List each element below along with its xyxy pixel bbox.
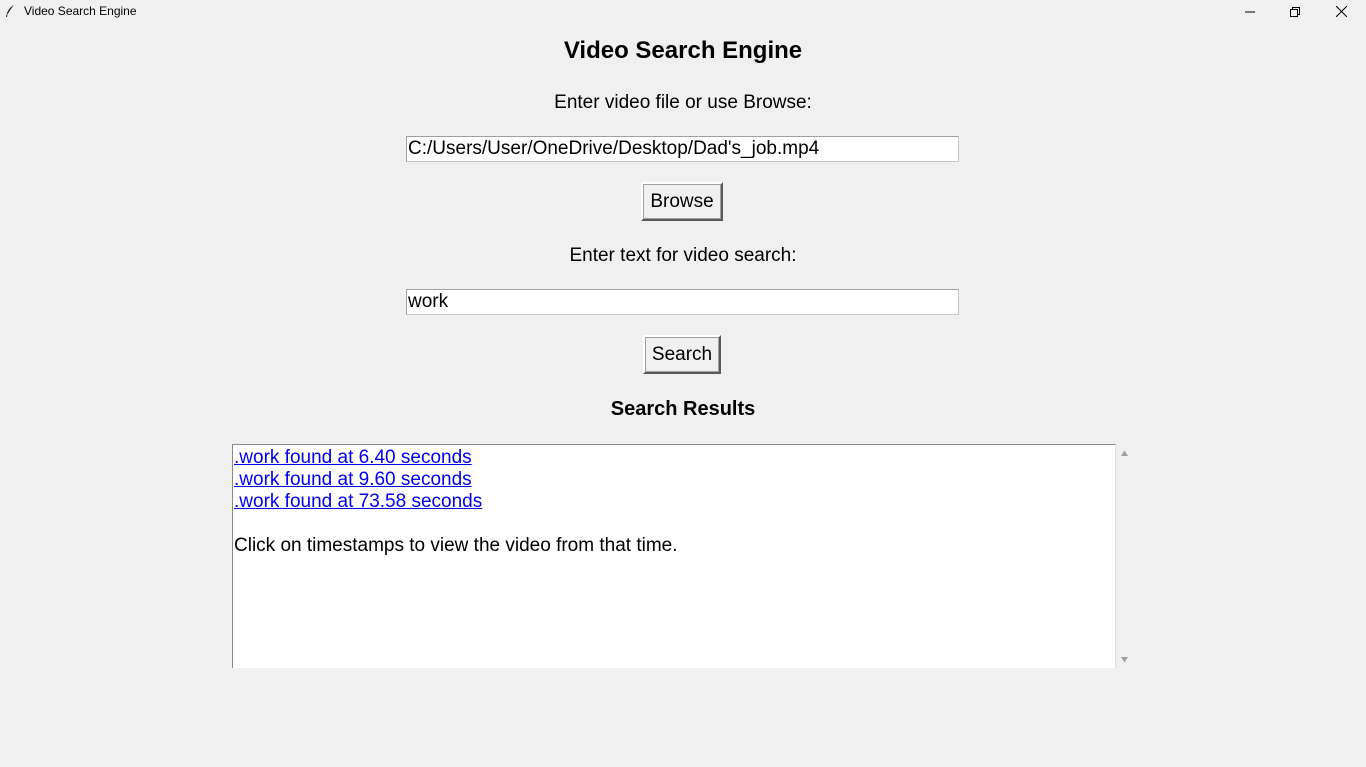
results-instruction: Click on timestamps to view the video fr…	[234, 535, 678, 556]
minimize-icon	[1245, 11, 1255, 12]
close-icon	[1335, 6, 1347, 17]
feather-icon	[6, 4, 15, 17]
search-text-label: Enter text for video search:	[569, 245, 797, 266]
video-file-input[interactable]	[406, 136, 959, 162]
page-title: Video Search Engine	[563, 37, 803, 64]
close-button[interactable]	[1318, 0, 1364, 23]
result-timestamp-link[interactable]: .work found at 9.60 seconds	[234, 469, 1114, 491]
browse-button[interactable]: Browse	[641, 182, 723, 221]
search-button[interactable]: Search	[643, 335, 721, 374]
minimize-button[interactable]	[1227, 0, 1273, 23]
result-timestamp-link[interactable]: .work found at 73.58 seconds	[234, 491, 1114, 513]
window-title: Video Search Engine	[24, 4, 137, 18]
results-scrollbar[interactable]	[1116, 444, 1133, 668]
results-heading: Search Results	[610, 398, 756, 420]
video-file-label: Enter video file or use Browse:	[554, 92, 812, 113]
results-text-area[interactable]: .work found at 6.40 seconds .work found …	[232, 444, 1116, 668]
search-input[interactable]	[406, 289, 959, 315]
scroll-down-arrow-icon[interactable]	[1120, 655, 1129, 664]
scroll-up-arrow-icon[interactable]	[1120, 449, 1129, 458]
restore-button[interactable]	[1272, 0, 1318, 23]
restore-icon	[1290, 6, 1300, 17]
result-timestamp-link[interactable]: .work found at 6.40 seconds	[234, 447, 1114, 469]
window-titlebar: Video Search Engine	[0, 0, 1366, 23]
